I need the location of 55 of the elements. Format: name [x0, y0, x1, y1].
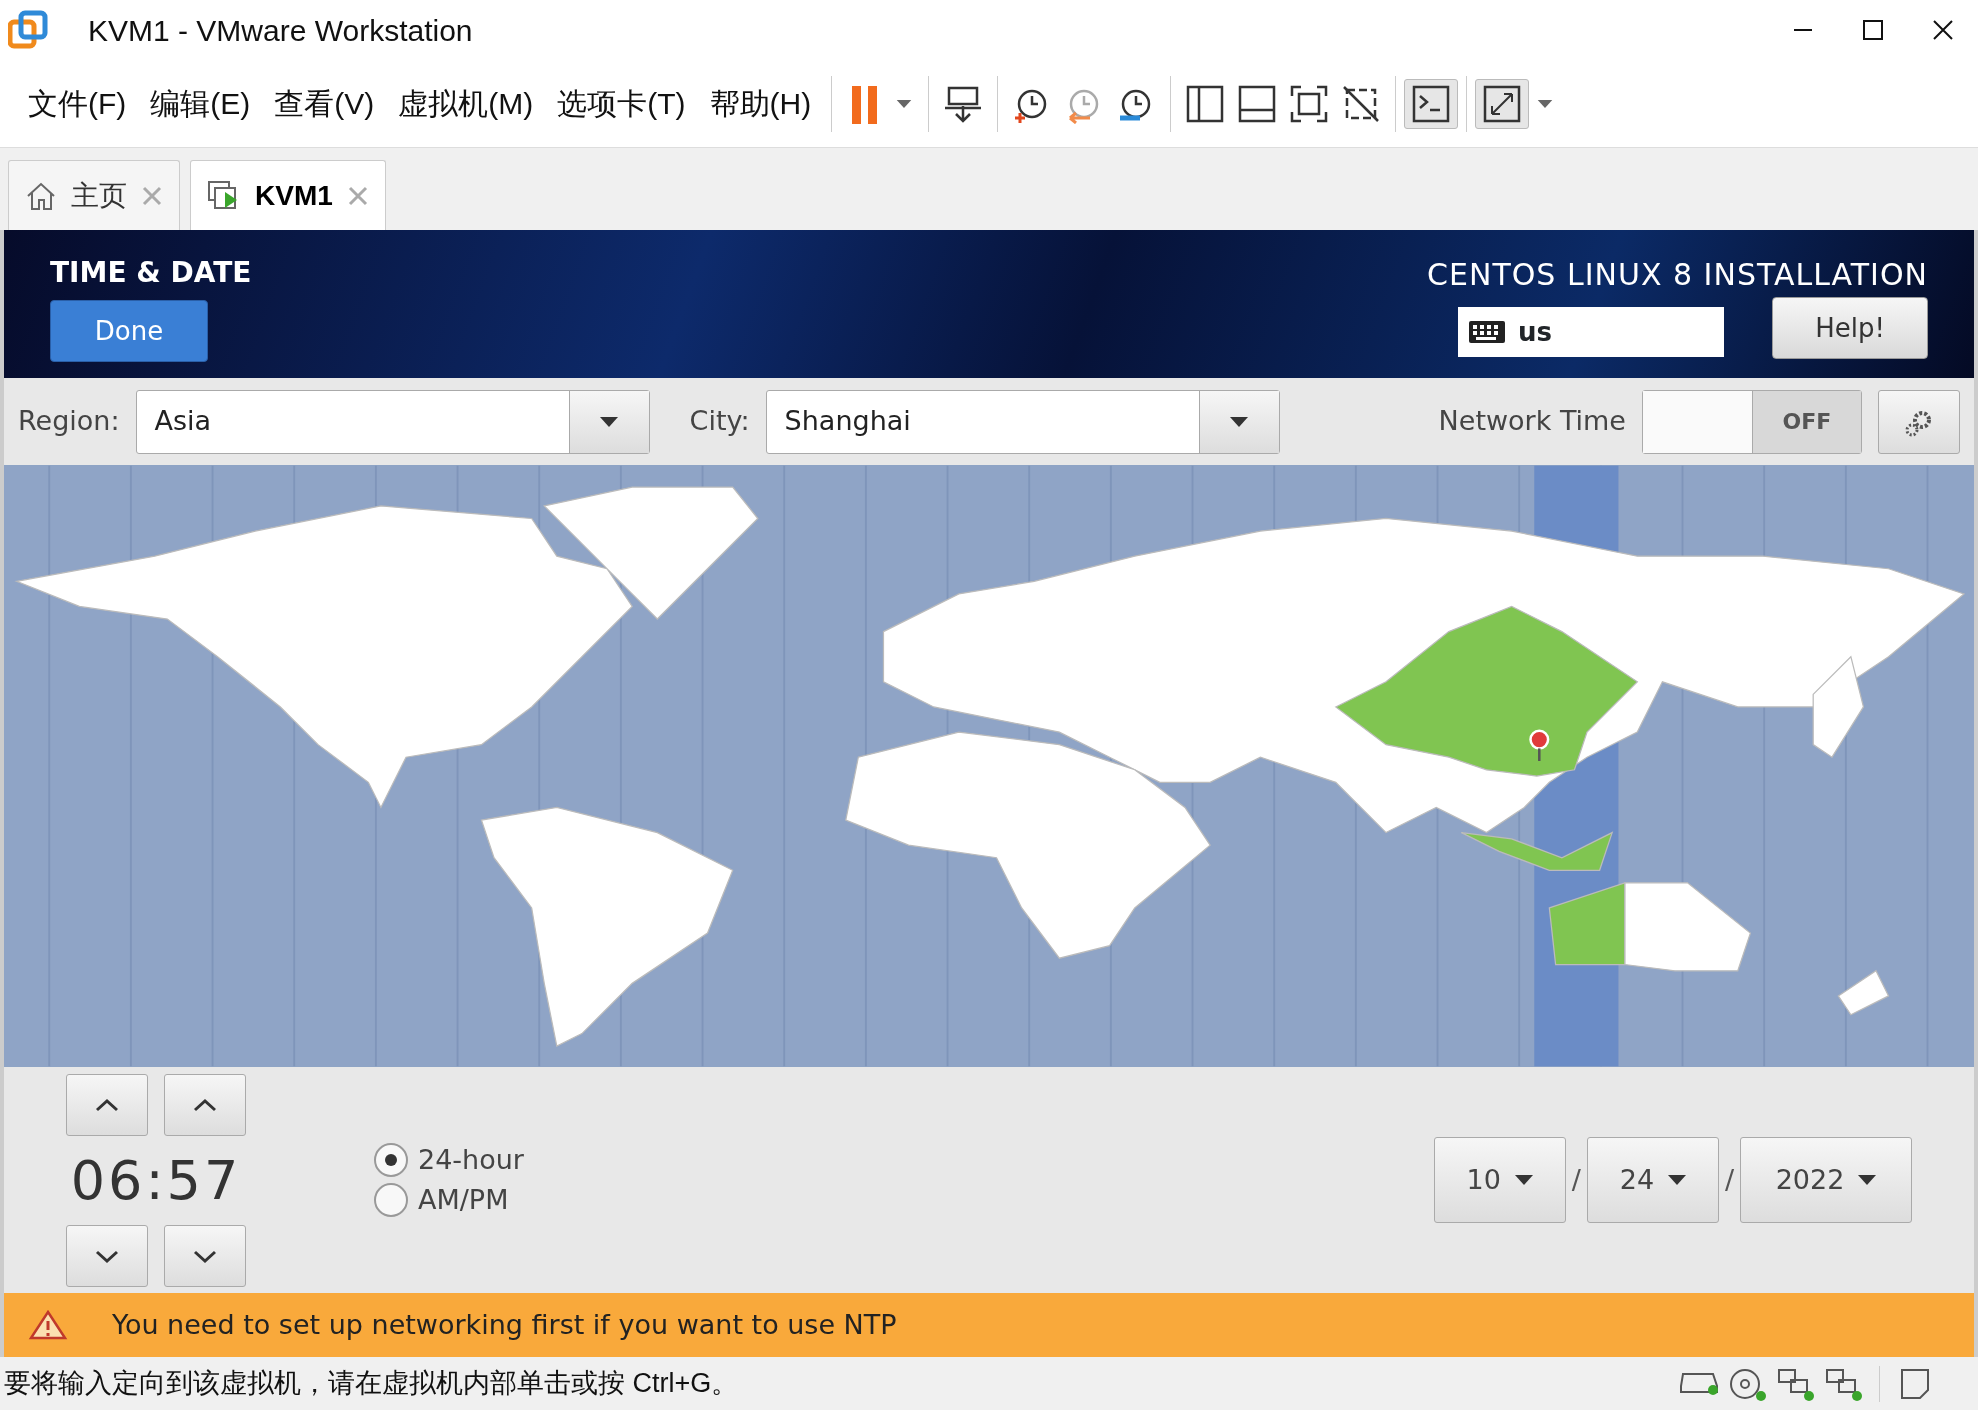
network-time-switch[interactable]: OFF	[1642, 389, 1862, 454]
caret-icon	[1668, 1175, 1687, 1185]
menu-item[interactable]: 虚拟机(M)	[386, 81, 546, 126]
keyboard-layout-indicator[interactable]: us	[1458, 307, 1724, 357]
chevron-down-icon	[95, 1248, 119, 1264]
caret-icon	[600, 416, 619, 427]
caret-icon	[1230, 416, 1249, 427]
time-format-radio[interactable]: 24-hour	[374, 1139, 524, 1180]
tab-label: KVM1	[255, 178, 333, 213]
city-label: City:	[689, 404, 750, 439]
stretch-button[interactable]	[1475, 78, 1530, 129]
console-button[interactable]	[1404, 78, 1459, 129]
month-dropdown[interactable]: 10	[1433, 1137, 1566, 1223]
warning-icon	[28, 1309, 68, 1341]
region-label: Region:	[18, 404, 120, 439]
help-button[interactable]: Help!	[1772, 297, 1928, 359]
chevron-down-icon	[193, 1248, 217, 1264]
app-logo-icon	[8, 10, 48, 50]
city-dropdown[interactable]: Shanghai	[765, 389, 1280, 454]
stretch-icon	[1482, 83, 1523, 124]
time-format-radio[interactable]: AM/PM	[374, 1180, 524, 1221]
settings-button[interactable]	[1878, 389, 1960, 454]
panel-layout-icon	[1237, 83, 1278, 124]
status-message: 要将输入定向到该虚拟机，请在虚拟机内部单击或按 Ctrl+G。	[4, 1367, 739, 1401]
time-display: 06:57	[70, 1147, 242, 1214]
menu-item[interactable]: 编辑(E)	[138, 81, 263, 126]
keyboard-layout-label: us	[1518, 315, 1552, 349]
caret-icon	[1858, 1175, 1877, 1185]
product-title: CENTOS LINUX 8 INSTALLATION	[1427, 256, 1928, 294]
chevron-up-icon	[193, 1097, 217, 1113]
done-button[interactable]: Done	[50, 300, 208, 362]
network-time-label: Network Time	[1438, 404, 1626, 439]
date-separator: /	[1570, 1162, 1582, 1197]
chevron-up-icon	[95, 1097, 119, 1113]
close-icon[interactable]	[1932, 19, 1954, 41]
menu-item[interactable]: 选项卡(T)	[545, 81, 698, 126]
menu-item[interactable]: 查看(V)	[262, 81, 387, 126]
menu-item[interactable]: 帮助(H)	[697, 81, 824, 126]
date-separator: /	[1723, 1162, 1735, 1197]
screen-title: TIME & DATE	[50, 255, 252, 291]
tab[interactable]: 主页	[8, 160, 180, 230]
sidebar-layout-icon	[1185, 83, 1226, 124]
tab-label: 主页	[71, 178, 127, 213]
day-dropdown[interactable]: 24	[1586, 1137, 1719, 1223]
window-title: KVM1 - VMware Workstation	[88, 12, 473, 49]
warning-message: You need to set up networking first if you want to use NTP	[112, 1307, 897, 1342]
tab[interactable]: KVM1	[190, 160, 386, 230]
keyboard-icon	[1468, 320, 1506, 344]
console-icon	[1411, 83, 1452, 124]
fullscreen-icon	[1289, 83, 1330, 124]
year-dropdown[interactable]: 2022	[1740, 1137, 1912, 1223]
region-dropdown[interactable]: Asia	[135, 389, 650, 454]
menu-item[interactable]: 文件(F)	[16, 81, 139, 126]
caret-icon	[1514, 1175, 1533, 1185]
maximize-icon[interactable]	[1862, 19, 1884, 41]
